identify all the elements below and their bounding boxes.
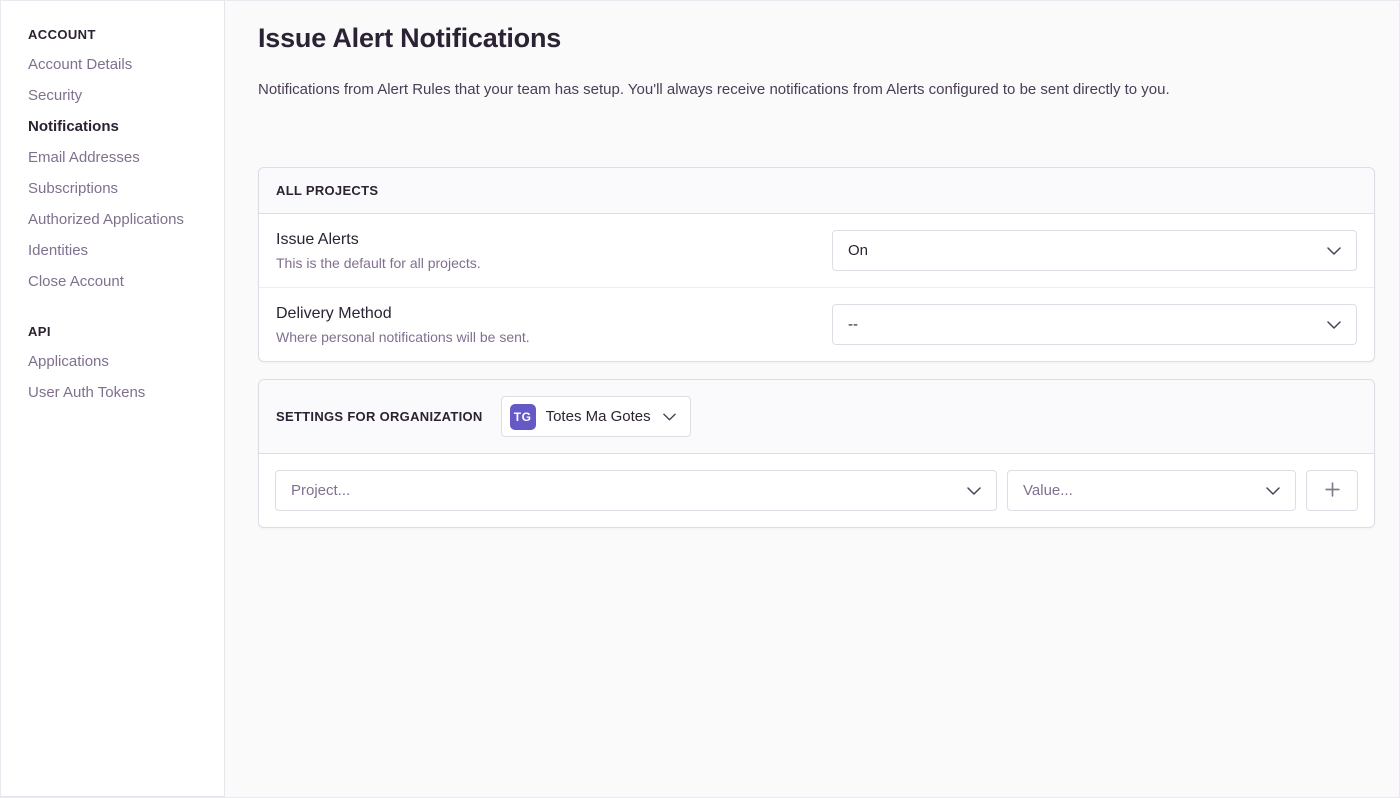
sidebar-item-account-details[interactable]: Account Details: [28, 49, 208, 80]
issue-alerts-selected-value: On: [848, 242, 868, 259]
delivery-method-row: Delivery Method Where personal notificat…: [259, 287, 1374, 361]
chevron-down-icon: [663, 413, 676, 421]
sidebar-item-notifications[interactable]: Notifications: [28, 111, 208, 142]
project-override-row: Project... Value...: [259, 454, 1374, 527]
delivery-method-label: Delivery Method: [276, 305, 812, 323]
sidebar-item-user-auth-tokens[interactable]: User Auth Tokens: [28, 377, 208, 408]
sidebar-section-account: ACCOUNT Account Details Security Notific…: [28, 27, 208, 297]
project-select[interactable]: Project...: [275, 470, 997, 511]
sidebar-item-authorized-applications[interactable]: Authorized Applications: [28, 204, 208, 235]
plus-icon: [1324, 481, 1341, 501]
sidebar-section-header-api: API: [28, 324, 208, 339]
chevron-down-icon: [1327, 247, 1341, 255]
sidebar-item-email-addresses[interactable]: Email Addresses: [28, 142, 208, 173]
all-projects-panel-header: ALL PROJECTS: [259, 168, 1374, 214]
settings-page: ACCOUNT Account Details Security Notific…: [0, 0, 1400, 798]
value-select-placeholder: Value...: [1023, 482, 1073, 499]
sidebar-section-header-account: ACCOUNT: [28, 27, 208, 42]
main-content: Issue Alert Notifications Notifications …: [225, 1, 1399, 797]
organization-select[interactable]: TG Totes Ma Gotes: [501, 396, 691, 437]
issue-alerts-select[interactable]: On: [832, 230, 1357, 271]
sidebar-section-api: API Applications User Auth Tokens: [28, 324, 208, 408]
sidebar-item-applications[interactable]: Applications: [28, 346, 208, 377]
issue-alerts-row: Issue Alerts This is the default for all…: [259, 214, 1374, 287]
sidebar-item-identities[interactable]: Identities: [28, 235, 208, 266]
page-title: Issue Alert Notifications: [258, 23, 1375, 54]
sidebar-item-subscriptions[interactable]: Subscriptions: [28, 173, 208, 204]
organization-settings-panel: SETTINGS FOR ORGANIZATION TG Totes Ma Go…: [258, 379, 1375, 528]
delivery-method-field-text: Delivery Method Where personal notificat…: [276, 305, 832, 345]
organization-avatar: TG: [510, 404, 536, 430]
sidebar-item-security[interactable]: Security: [28, 80, 208, 111]
issue-alerts-label: Issue Alerts: [276, 231, 812, 249]
issue-alerts-field-text: Issue Alerts This is the default for all…: [276, 231, 832, 271]
all-projects-panel: ALL PROJECTS Issue Alerts This is the de…: [258, 167, 1375, 362]
sidebar-item-close-account[interactable]: Close Account: [28, 266, 208, 297]
chevron-down-icon: [967, 487, 981, 495]
project-select-placeholder: Project...: [291, 482, 350, 499]
add-override-button[interactable]: [1306, 470, 1358, 511]
chevron-down-icon: [1327, 321, 1341, 329]
value-select[interactable]: Value...: [1007, 470, 1296, 511]
organization-panel-header-label: SETTINGS FOR ORGANIZATION: [276, 409, 483, 424]
delivery-method-select[interactable]: --: [832, 304, 1357, 345]
organization-name: Totes Ma Gotes: [546, 408, 651, 425]
delivery-method-selected-value: --: [848, 316, 858, 333]
organization-panel-header: SETTINGS FOR ORGANIZATION TG Totes Ma Go…: [259, 380, 1374, 454]
chevron-down-icon: [1266, 487, 1280, 495]
settings-sidebar: ACCOUNT Account Details Security Notific…: [1, 1, 225, 797]
delivery-method-help: Where personal notifications will be sen…: [276, 329, 812, 345]
page-description: Notifications from Alert Rules that your…: [258, 79, 1375, 100]
issue-alerts-help: This is the default for all projects.: [276, 255, 812, 271]
